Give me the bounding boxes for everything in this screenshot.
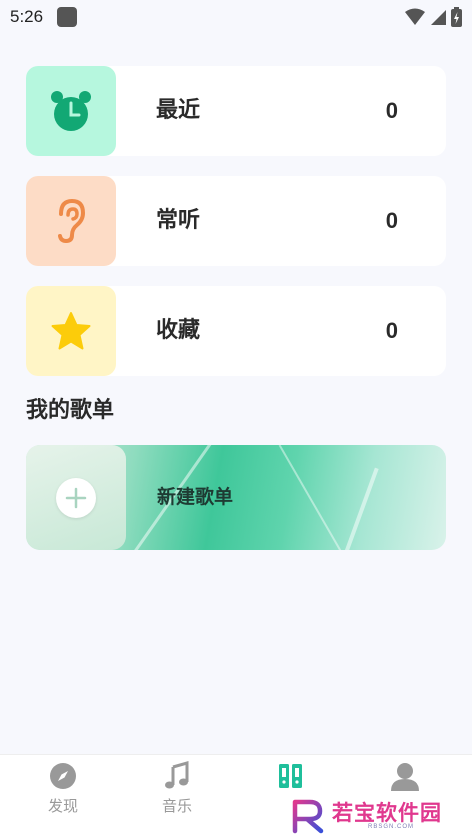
recent-tile (26, 66, 116, 156)
status-bar: 5:26 (0, 0, 472, 34)
nav-music[interactable]: 音乐 (118, 755, 236, 840)
frequent-tile (26, 176, 116, 266)
new-playlist-card[interactable]: 新建歌单 (26, 445, 446, 550)
wifi-icon (405, 8, 425, 25)
alarm-clock-icon (51, 91, 91, 131)
star-icon (51, 312, 91, 350)
watermark-text: 若宝软件园 (332, 801, 442, 825)
new-playlist-tile (26, 445, 126, 550)
favorites-count: 0 (385, 318, 398, 343)
user-icon (391, 763, 419, 791)
watermark: 若宝软件园 RBSGN.COM (290, 796, 470, 836)
frequent-card[interactable]: 常听 0 (26, 176, 446, 266)
card-decoration (337, 467, 379, 550)
watermark-subtext: RBSGN.COM (368, 824, 415, 830)
new-playlist-label: 新建歌单 (157, 486, 234, 508)
status-icons (405, 7, 462, 27)
status-time: 5:26 (10, 7, 44, 26)
favorites-tile (26, 286, 116, 376)
compass-icon (50, 763, 76, 789)
nav-music-label: 音乐 (161, 797, 192, 815)
nav-discover-label: 发现 (47, 797, 78, 815)
recent-label: 最近 (156, 98, 201, 123)
card-decoration (278, 445, 356, 550)
recent-count: 0 (385, 98, 398, 123)
ear-icon (58, 198, 86, 244)
cellular-signal-icon (431, 10, 446, 25)
nav-discover[interactable]: 发现 (4, 755, 122, 840)
plus-icon (65, 487, 87, 508)
recent-card[interactable]: 最近 0 (26, 66, 446, 156)
library-icon (279, 764, 302, 788)
music-note-icon (165, 761, 189, 789)
battery-icon (451, 7, 462, 27)
favorites-label: 收藏 (156, 318, 201, 343)
my-playlists-title: 我的歌单 (26, 398, 115, 423)
watermark-logo-icon (292, 799, 324, 834)
favorites-card[interactable]: 收藏 0 (26, 286, 446, 376)
add-playlist-button[interactable] (56, 477, 96, 518)
notification-icon (57, 7, 78, 27)
frequent-count: 0 (385, 208, 398, 233)
frequent-label: 常听 (156, 208, 201, 233)
